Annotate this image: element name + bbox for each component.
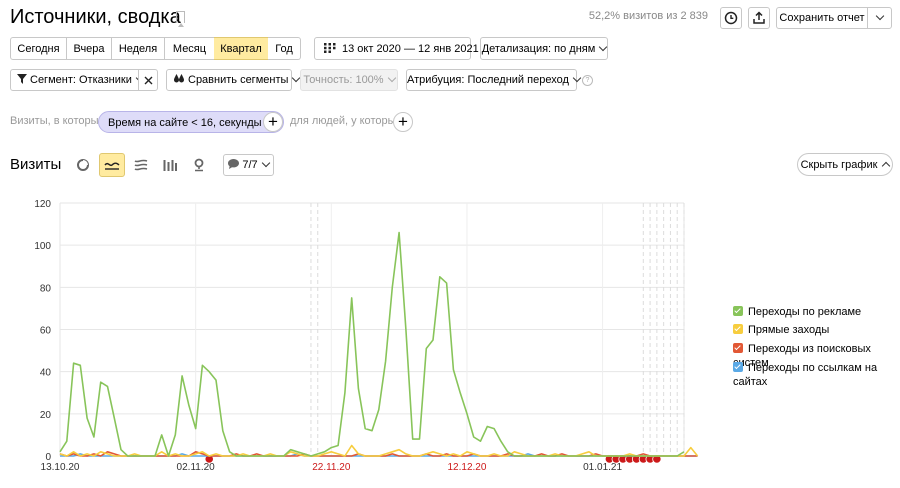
date-range-label: 13 окт 2020 — 12 янв 2021 [342,43,479,55]
chart-grid [59,202,685,457]
y-tick-label: 80 [40,283,52,294]
close-icon [144,76,152,85]
add-visit-filter-button[interactable]: + [263,112,283,132]
x-tick-label: 13.10.20 [41,462,80,473]
y-tick-label: 120 [34,199,51,210]
export-button[interactable] [748,7,770,29]
chart-title: Визиты [10,156,62,173]
period-week[interactable]: Неделя [112,37,165,60]
hide-chart-label: Скрыть график [800,159,878,171]
segment-select[interactable]: Сегмент: Отказники [10,69,145,91]
legend-label: Переходы по ссылкам на сайтах [733,362,878,388]
comment-icon [228,159,240,169]
period-yesterday[interactable]: Вчера [67,37,112,60]
y-axis: 020406080100120 [34,199,51,463]
bookmark-icon[interactable] [176,11,185,27]
compare-label: Сравнить сегменты [188,74,289,86]
legend-item-links[interactable]: Переходы по ссылкам на сайтах [733,361,900,388]
drops-icon [174,74,184,83]
chart-type-map[interactable] [186,153,212,177]
filter-pill[interactable]: Время на сайте < 16, секунды [98,111,284,133]
detail-select[interactable]: Детализация: по дням [480,37,608,60]
x-tick-label: 12.12.20 [447,462,486,473]
accuracy-select[interactable]: Точность: 100% [300,69,398,91]
legend-item-ads[interactable]: Переходы по рекламе [733,305,861,319]
chart-type-pie[interactable] [70,153,96,177]
calendar-icon [324,43,336,53]
detail-label: Детализация: по дням [481,43,596,55]
period-quarter[interactable]: Квартал [214,37,269,60]
chevron-down-icon [875,11,884,21]
legend-item-direct[interactable]: Прямые заходы [733,323,829,337]
legend-item-search[interactable]: Переходы из поисковых систем [733,342,900,369]
chart-type-line[interactable] [99,153,125,177]
attribution-label: Атрибуция: Последний переход [407,74,569,86]
chevron-down-icon [599,42,608,52]
chart-series [59,231,699,457]
series-count: 7/7 [242,159,258,171]
compare-segments-button[interactable]: Сравнить сегменты [166,69,301,91]
history-button[interactable] [720,7,742,29]
page-title: Источники, сводка [10,6,181,28]
checkbox-icon[interactable] [733,306,743,316]
chart-type-area[interactable] [128,153,154,177]
series-line-green [59,231,685,457]
attribution-select[interactable]: Атрибуция: Последний переход [406,69,582,91]
clear-segment-button[interactable] [138,69,158,91]
visits-filter-label: Визиты, в которых [10,115,104,127]
chevron-down-icon [387,73,396,83]
period-month[interactable]: Месяц [165,37,215,60]
series-select[interactable]: 7/7 [223,154,274,176]
save-options-button[interactable] [867,7,892,29]
chevron-up-icon [882,161,891,171]
help-icon[interactable]: ? [582,75,593,86]
pie-chart-icon [77,159,89,171]
people-filter-label: для людей, у которых [290,115,401,127]
filter-pill-label: Время на сайте < 16, секунды [108,117,262,129]
accuracy-label: Точность: 100% [303,74,384,86]
x-tick-label: 22.11.20 [312,462,351,473]
x-tick-label: 01.01.21 [583,462,622,473]
period-today[interactable]: Сегодня [10,37,67,60]
clock-icon [724,11,738,25]
chevron-down-icon [261,158,270,168]
visits-sampling-info: 52,2% визитов из 2 839 [588,10,708,22]
segment-label: Сегмент: Отказники [30,74,132,86]
visits-line-chart: 020406080100120 13.10.20 02.11.20 22.11.20… [34,199,699,473]
legend-label: Переходы по рекламе [748,306,862,318]
checkbox-icon[interactable] [733,343,743,353]
period-year[interactable]: Год [268,37,301,60]
map-pin-icon [194,158,204,172]
upload-icon [753,11,765,24]
line-chart-icon [104,162,120,170]
filter-icon [17,74,27,84]
y-tick-label: 100 [34,241,51,252]
x-tick-label: 02.11.20 [177,462,216,473]
x-axis: 13.10.20 02.11.20 22.11.20 12.12.20 01.01.21 [41,462,623,473]
bar-chart-icon [163,160,177,171]
save-report-button[interactable]: Сохранить отчет [776,7,868,29]
hide-chart-button[interactable]: Скрыть график [797,153,893,176]
checkbox-icon[interactable] [733,324,743,334]
y-tick-label: 20 [40,410,52,421]
date-range-picker[interactable]: 13 окт 2020 — 12 янв 2021 [314,37,479,60]
chart-type-bar[interactable] [157,153,183,177]
y-tick-label: 40 [40,368,52,379]
add-people-filter-button[interactable]: + [393,112,413,132]
y-tick-label: 60 [40,326,52,337]
checkbox-icon[interactable] [733,362,743,372]
area-chart-icon [134,159,148,171]
legend-label: Прямые заходы [748,324,830,336]
chevron-down-icon [572,73,582,83]
